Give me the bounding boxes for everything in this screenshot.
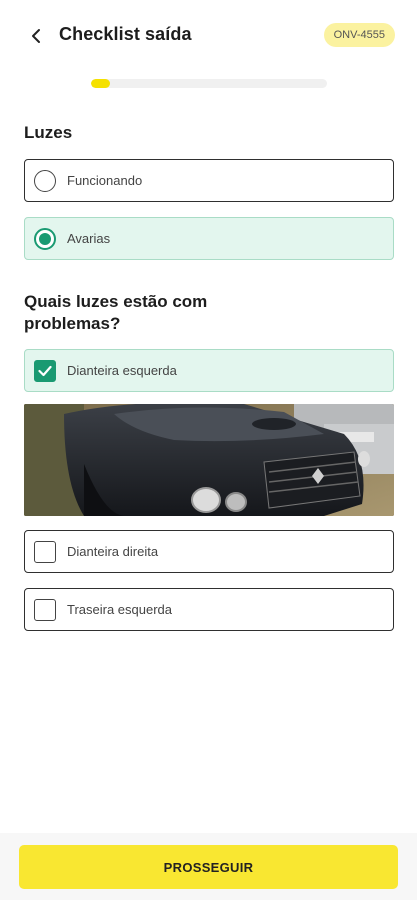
checkbox-item-traseira-esquerda[interactable]: Traseira esquerda: [24, 588, 394, 631]
radio-option-funcionando[interactable]: Funcionando: [24, 159, 394, 202]
radio-label: Avarias: [67, 231, 111, 246]
chevron-left-icon: [32, 29, 40, 43]
vehicle-photo-image: [24, 404, 394, 516]
checkbox[interactable]: [34, 540, 56, 563]
back-button[interactable]: [24, 24, 48, 48]
radio-button[interactable]: [34, 227, 56, 250]
checkbox-label: Dianteira esquerda: [67, 363, 177, 378]
checkbox-label: Dianteira direita: [67, 544, 159, 559]
checkbox[interactable]: [34, 598, 56, 621]
section-title-problems: Quais luzes estão com problemas?: [24, 292, 208, 333]
app-header: Checklist saída ONV-4555: [0, 0, 417, 70]
radio-button[interactable]: [34, 169, 56, 192]
checkbox-label: Traseira esquerda: [67, 602, 173, 617]
proceed-button[interactable]: PROSSEGUIR: [19, 845, 398, 889]
checkbox-item-dianteira-direita[interactable]: Dianteira direita: [24, 530, 394, 573]
vehicle-photo[interactable]: [24, 404, 394, 516]
progress-fill: [91, 79, 110, 88]
progress-bar: [91, 79, 327, 88]
radio-option-avarias[interactable]: Avarias: [24, 217, 394, 260]
plate-badge: ONV-4555: [323, 23, 395, 47]
check-icon: [38, 365, 52, 376]
section-title-lights: Luzes: [24, 123, 73, 142]
checkbox-item-dianteira-esquerda[interactable]: Dianteira esquerda: [24, 349, 394, 392]
radio-label: Funcionando: [67, 173, 143, 188]
page-title: Checklist saída: [59, 24, 192, 44]
checkbox[interactable]: [34, 359, 56, 382]
